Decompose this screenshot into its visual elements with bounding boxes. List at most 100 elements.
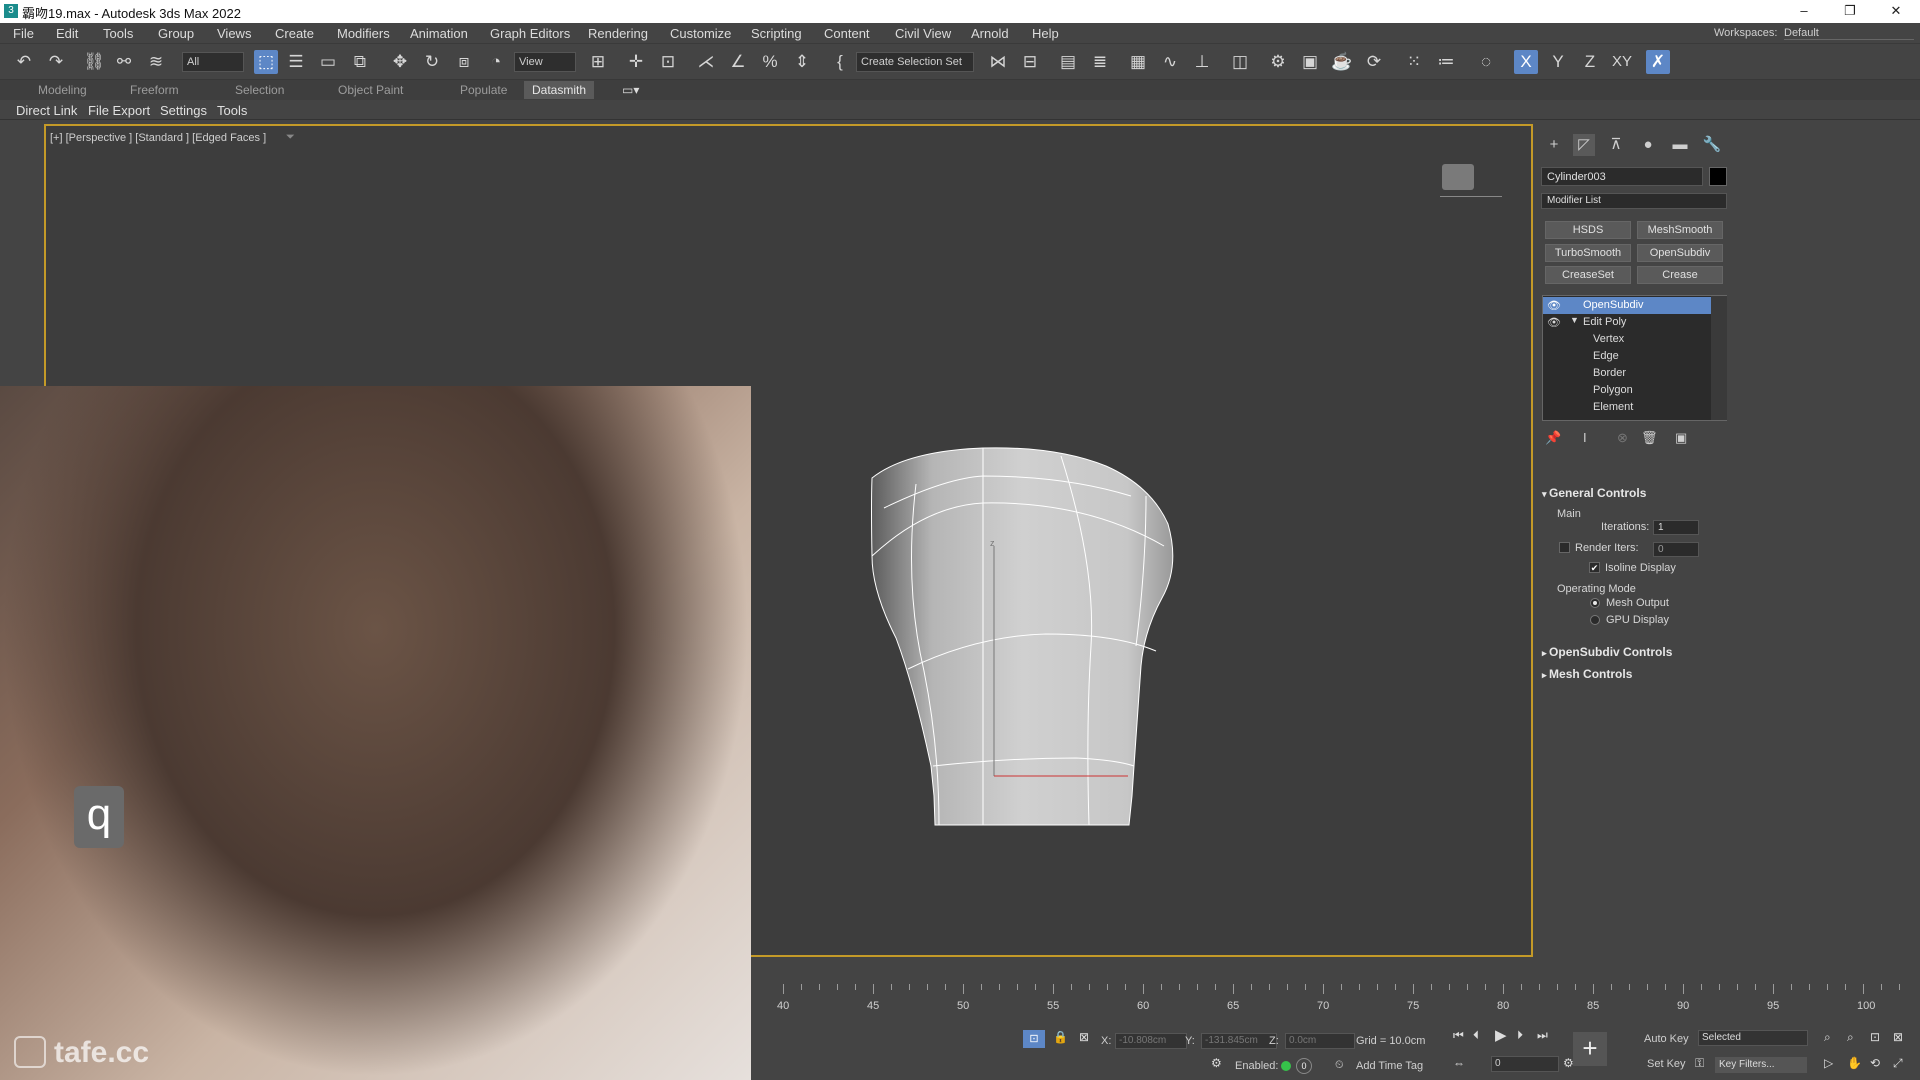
opensubdiv-button[interactable]: OpenSubdiv <box>1637 244 1723 262</box>
ribbon-tab-object-paint[interactable]: Object Paint <box>338 83 403 97</box>
scale-icon[interactable]: ⧈ <box>452 50 476 74</box>
axis-xy-button[interactable]: XY <box>1610 50 1634 74</box>
utilities-tab-icon[interactable]: 🔧 <box>1701 134 1723 156</box>
menu-modifiers[interactable]: Modifiers <box>337 26 390 41</box>
selection-grid-icon[interactable]: ⁙ <box>1402 50 1426 74</box>
menu-animation[interactable]: Animation <box>410 26 468 41</box>
crease-button[interactable]: Crease <box>1637 266 1723 284</box>
make-unique-icon[interactable]: ⊗ <box>1617 430 1628 446</box>
key-mode-icon[interactable]: ⇔ <box>1453 1056 1465 1070</box>
render-iters-spinner[interactable]: 0 <box>1653 542 1699 557</box>
isolate-selection-icon[interactable]: ⊡ <box>1023 1030 1045 1048</box>
scene-explorer-icon[interactable]: ▤ <box>1056 50 1080 74</box>
select-object-icon[interactable]: ⬚ <box>254 50 278 74</box>
render-iters-checkbox[interactable] <box>1559 542 1570 553</box>
link-icon[interactable]: ⛓ <box>82 50 106 74</box>
ribbon-tab-freeform[interactable]: Freeform <box>130 83 179 97</box>
key-set-dropdown[interactable]: Selected <box>1698 1030 1808 1046</box>
ribbon-options-icon[interactable]: ▭▾ <box>622 83 639 97</box>
menu-content[interactable]: Content <box>824 26 870 41</box>
workspaces-dropdown[interactable]: Default <box>1784 27 1914 40</box>
menu-views[interactable]: Views <box>217 26 251 41</box>
turbosmooth-button[interactable]: TurboSmooth <box>1545 244 1631 262</box>
create-tab-icon[interactable]: + <box>1543 134 1565 156</box>
stack-item-opensubdiv[interactable]: OpenSubdiv <box>1543 297 1711 314</box>
add-time-tag-button[interactable]: Add Time Tag <box>1356 1060 1423 1072</box>
modifier-list-dropdown[interactable]: Modifier List <box>1541 193 1727 209</box>
ribbon-tab-populate[interactable]: Populate <box>460 83 507 97</box>
axis-constraint-icon[interactable]: ✗ <box>1646 50 1670 74</box>
previous-frame-icon[interactable]: ⏴ <box>1473 1028 1479 1043</box>
select-by-name-icon[interactable]: ☰ <box>284 50 308 74</box>
enabled-count-badge[interactable]: 0 <box>1296 1058 1312 1074</box>
object-color-swatch[interactable] <box>1709 167 1727 186</box>
menu-customize[interactable]: Customize <box>670 26 731 41</box>
move-icon[interactable]: ✥ <box>388 50 412 74</box>
zoom-icon[interactable]: ⌕ <box>1824 1030 1831 1045</box>
pan-icon[interactable]: ✋ <box>1847 1056 1862 1070</box>
timeline[interactable]: 40 45 50 55 60 65 70 75 80 85 90 95 100 <box>751 980 1920 1016</box>
menu-rendering[interactable]: Rendering <box>588 26 648 41</box>
schematic-view-icon[interactable]: ⊥ <box>1190 50 1214 74</box>
layer-explorer-icon[interactable]: ≣ <box>1088 50 1112 74</box>
menu-arnold[interactable]: Arnold <box>971 26 1009 41</box>
adaptive-degradation-icon[interactable]: ⚙ <box>1211 1056 1222 1070</box>
play-icon[interactable]: ▶ <box>1495 1026 1507 1044</box>
angle-snap-icon[interactable]: ∠ <box>726 50 750 74</box>
auto-key-button[interactable]: Auto Key <box>1644 1033 1689 1045</box>
spinner-snap-icon[interactable]: ⇕ <box>790 50 814 74</box>
align-icon[interactable]: ⊟ <box>1018 50 1042 74</box>
menu-civil-view[interactable]: Civil View <box>895 26 951 41</box>
current-frame-field[interactable]: 0 <box>1491 1056 1559 1072</box>
file-export-button[interactable]: File Export <box>88 103 150 118</box>
menu-group[interactable]: Group <box>158 26 194 41</box>
zoom-all-icon[interactable]: ⌕ <box>1847 1030 1854 1045</box>
selection-filter-dropdown[interactable]: All <box>182 52 244 72</box>
time-tag-icon[interactable]: ⏲ <box>1335 1059 1344 1072</box>
eye-icon[interactable]: 👁 <box>1547 316 1561 329</box>
axis-x-button[interactable]: X <box>1514 50 1538 74</box>
close-button[interactable]: ✕ <box>1873 0 1919 23</box>
absolute-mode-icon[interactable]: ⊠ <box>1079 1030 1089 1044</box>
reference-coordinate-dropdown[interactable]: View <box>514 52 576 72</box>
pin-stack-icon[interactable]: 📌 <box>1545 430 1561 446</box>
menu-scripting[interactable]: Scripting <box>751 26 802 41</box>
material-editor-icon[interactable]: ◫ <box>1228 50 1252 74</box>
settings-button[interactable]: Settings <box>160 103 207 118</box>
remove-modifier-icon[interactable]: 🗑 <box>1641 430 1658 446</box>
axis-y-button[interactable]: Y <box>1546 50 1570 74</box>
direct-link-button[interactable]: Direct Link <box>16 103 77 118</box>
opensubdiv-controls-header[interactable]: ▸ OpenSubdiv Controls <box>1542 645 1720 663</box>
stack-scrollbar[interactable] <box>1711 296 1727 420</box>
eye-icon[interactable]: 👁 <box>1547 299 1561 312</box>
ribbon-tab-modeling[interactable]: Modeling <box>38 83 87 97</box>
menu-tools[interactable]: Tools <box>103 26 133 41</box>
goto-start-icon[interactable]: ⏮ <box>1453 1028 1464 1043</box>
set-key-big-icon[interactable]: + <box>1573 1032 1607 1066</box>
orbit-icon[interactable]: ⟲ <box>1870 1056 1880 1070</box>
minimize-button[interactable]: – <box>1781 0 1827 23</box>
iterations-spinner[interactable]: 1 <box>1653 520 1699 535</box>
render-setup-icon[interactable]: ⚙ <box>1266 50 1290 74</box>
maximize-viewport-icon[interactable]: ⤢ <box>1893 1056 1903 1071</box>
select-manipulate-icon[interactable]: ✛ <box>624 50 648 74</box>
ribbon-tab-datasmith[interactable]: Datasmith <box>524 81 595 99</box>
stack-item-polygon[interactable]: Polygon <box>1543 382 1711 399</box>
show-end-result-icon[interactable]: Ι <box>1583 430 1587 445</box>
tools-button[interactable]: Tools <box>217 103 247 118</box>
menu-help[interactable]: Help <box>1032 26 1059 41</box>
restore-button[interactable]: ❐ <box>1827 0 1873 23</box>
display-tab-icon[interactable]: ▬ <box>1669 134 1691 156</box>
keyboard-shortcut-icon[interactable]: ⊡ <box>656 50 680 74</box>
rendered-frame-icon[interactable]: ▣ <box>1298 50 1322 74</box>
render-production-icon[interactable]: ☕ <box>1330 50 1354 74</box>
bind-space-warp-icon[interactable]: ≋ <box>144 50 168 74</box>
configure-sets-icon[interactable]: ▣ <box>1675 430 1687 446</box>
zoom-extents-all-icon[interactable]: ⊠ <box>1893 1030 1903 1044</box>
next-frame-icon[interactable]: ⏵ <box>1517 1028 1523 1043</box>
stack-item-edit-poly[interactable]: Edit Poly <box>1543 314 1711 331</box>
goto-end-icon[interactable]: ⏭ <box>1537 1028 1548 1043</box>
ribbon-tab-selection[interactable]: Selection <box>235 83 284 97</box>
set-key-button[interactable]: Set Key <box>1647 1058 1686 1070</box>
edit-named-selection-icon[interactable]: { <box>828 50 852 74</box>
